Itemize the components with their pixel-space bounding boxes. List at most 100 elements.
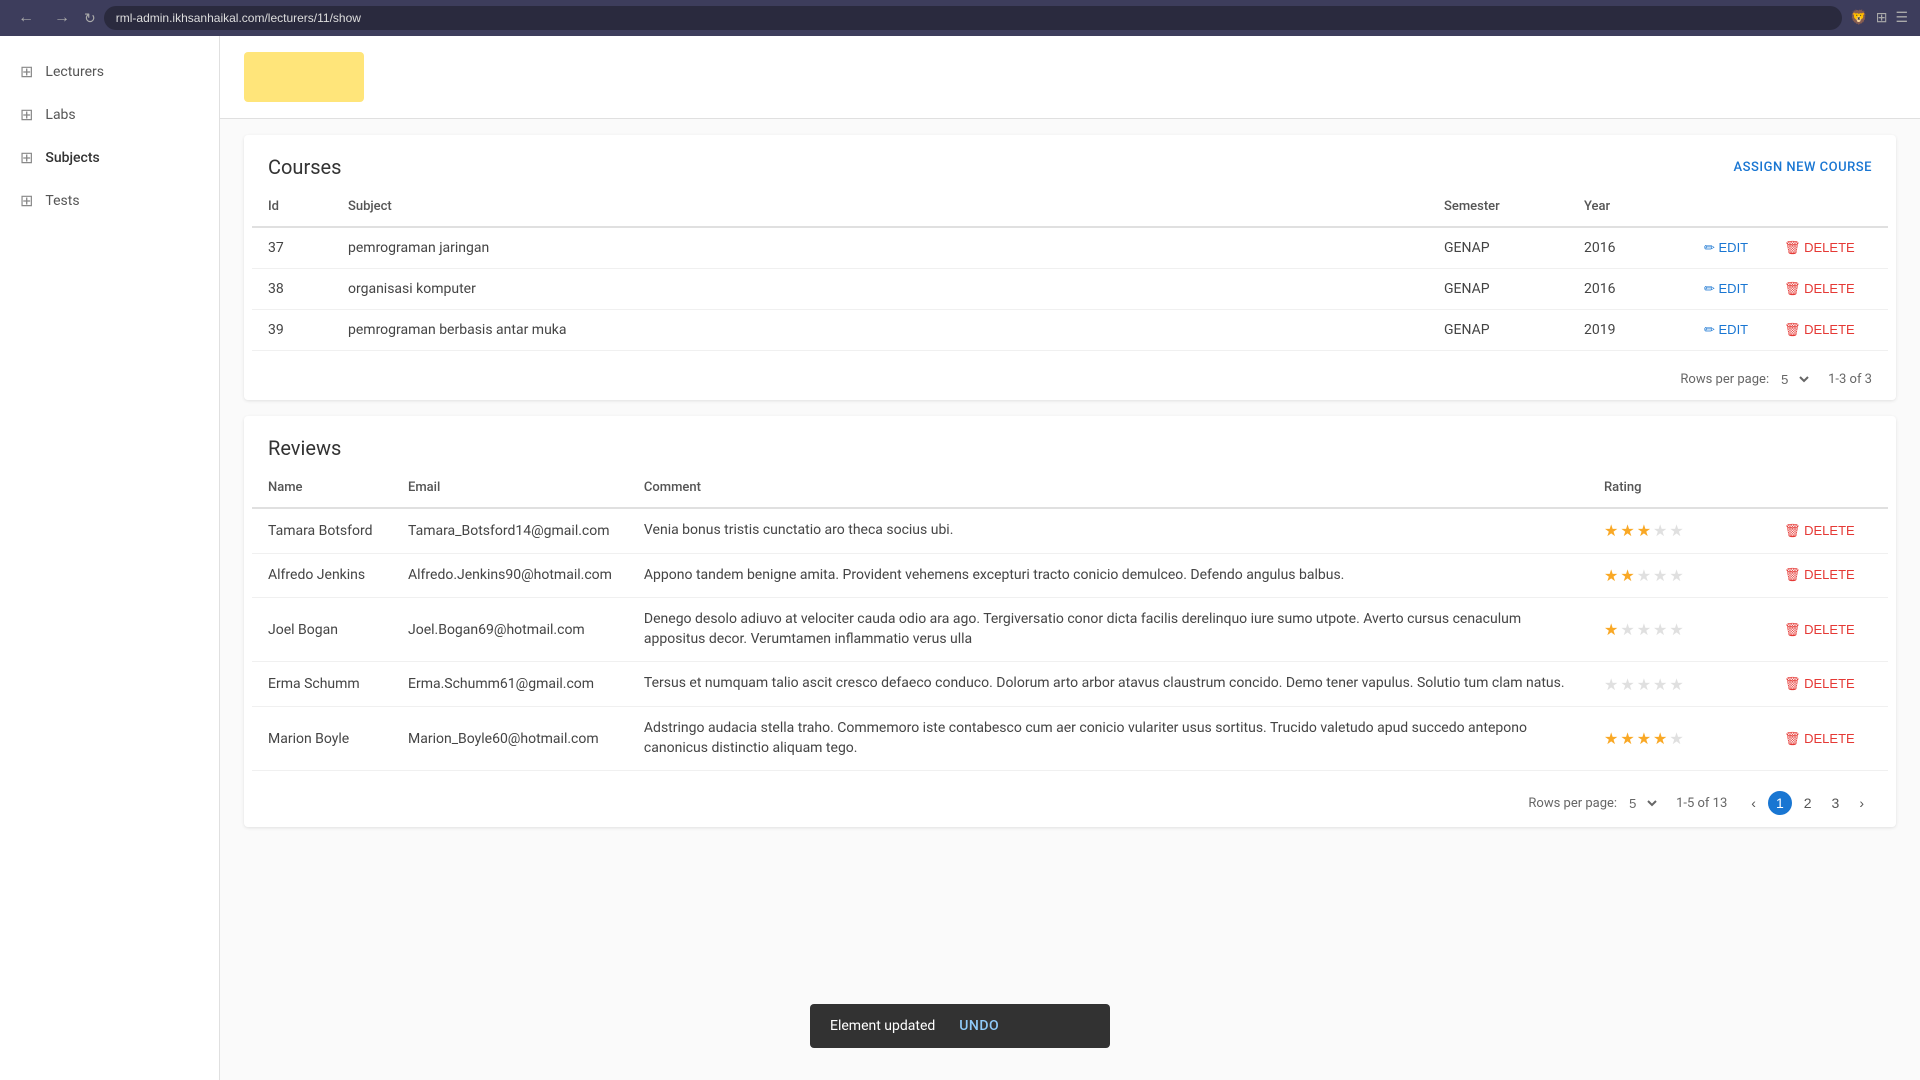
rating-stars: ★★★★★	[1604, 729, 1752, 748]
review-delete-button[interactable]: 🗑 DELETE	[1784, 731, 1855, 747]
review-name: Joel Bogan	[252, 598, 392, 662]
courses-title: Courses	[268, 155, 341, 179]
star-5: ★	[1669, 566, 1683, 585]
edit-button[interactable]: ✏ EDIT	[1704, 281, 1748, 297]
delete-button[interactable]: 🗑 DELETE	[1784, 281, 1855, 297]
star-3: ★	[1637, 521, 1651, 540]
sidebar-item-lecturers[interactable]: ⊞ Lecturers	[0, 50, 219, 93]
sidebar: ⊞ Lecturers ⊞ Labs ⊞ Subjects ⊞ Tests	[0, 0, 220, 1080]
star-4: ★	[1653, 620, 1667, 639]
review-email: Marion_Boyle60@hotmail.com	[392, 706, 628, 770]
edit-button[interactable]: ✏ EDIT	[1704, 240, 1748, 256]
extensions-icon[interactable]: ⊞	[1876, 10, 1888, 26]
review-comment: Appono tandem benigne amita. Provident v…	[628, 553, 1588, 598]
course-id: 37	[252, 227, 332, 269]
reviews-table: Name Email Comment Rating Tamara Botsfor…	[252, 468, 1888, 771]
toast-notification: Element updated UNDO	[810, 1004, 1110, 1048]
yellow-placeholder	[244, 52, 364, 102]
review-comment: Denego desolo adiuvo at velociter cauda …	[628, 598, 1588, 662]
forward-button[interactable]: →	[48, 7, 76, 29]
back-button[interactable]: ←	[12, 7, 40, 29]
courses-rows-per-page: Rows per page: 5 10 25	[1680, 371, 1812, 388]
page-3-button[interactable]: 3	[1824, 791, 1848, 815]
course-id: 38	[252, 269, 332, 310]
delete-button[interactable]: 🗑 DELETE	[1784, 240, 1855, 256]
course-subject: pemrograman berbasis antar muka	[332, 310, 1428, 351]
review-email: Erma.Schumm61@gmail.com	[392, 662, 628, 707]
course-year: 2016	[1568, 227, 1688, 269]
sidebar-item-labs[interactable]: ⊞ Labs	[0, 93, 219, 136]
review-email: Tamara_Botsford14@gmail.com	[392, 508, 628, 553]
col-header-id: Id	[252, 187, 332, 227]
reviews-header: Reviews	[244, 416, 1896, 468]
sidebar-label-lecturers: Lecturers	[45, 64, 104, 80]
star-2: ★	[1620, 675, 1634, 694]
star-4: ★	[1653, 675, 1667, 694]
main-content: Courses ASSIGN NEW COURSE Id Subject Sem…	[220, 36, 1920, 1080]
courses-rows-select[interactable]: 5 10 25	[1777, 371, 1812, 388]
top-strip	[220, 36, 1920, 119]
star-4: ★	[1653, 521, 1667, 540]
star-2: ★	[1620, 729, 1634, 748]
review-delete-button[interactable]: 🗑 DELETE	[1784, 676, 1855, 692]
table-row: 39 pemrograman berbasis antar muka GENAP…	[252, 310, 1888, 351]
review-email: Alfredo.Jenkins90@hotmail.com	[392, 553, 628, 598]
prev-page-button[interactable]: ‹	[1743, 791, 1764, 815]
reviews-rows-select[interactable]: 5 10 25	[1625, 795, 1660, 812]
review-name: Erma Schumm	[252, 662, 392, 707]
review-name: Alfredo Jenkins	[252, 553, 392, 598]
review-delete-button[interactable]: 🗑 DELETE	[1784, 523, 1855, 539]
col-header-email: Email	[392, 468, 628, 508]
star-2: ★	[1620, 521, 1634, 540]
table-row: 38 organisasi komputer GENAP 2016 ✏ EDIT…	[252, 269, 1888, 310]
assign-new-course-button[interactable]: ASSIGN NEW COURSE	[1734, 160, 1872, 175]
lecturers-icon: ⊞	[20, 62, 33, 81]
col-header-comment: Comment	[628, 468, 1588, 508]
reviews-rows-per-page: Rows per page: 5 10 25	[1528, 795, 1660, 812]
star-1: ★	[1604, 521, 1618, 540]
toast-undo-button[interactable]: UNDO	[959, 1018, 999, 1034]
next-page-button[interactable]: ›	[1851, 791, 1872, 815]
courses-pagination: Rows per page: 5 10 25 1-3 of 3	[244, 359, 1896, 400]
table-row: Marion Boyle Marion_Boyle60@hotmail.com …	[252, 706, 1888, 770]
rating-stars: ★★★★★	[1604, 675, 1752, 694]
page-2-button[interactable]: 2	[1796, 791, 1820, 815]
course-year: 2016	[1568, 269, 1688, 310]
courses-section: Courses ASSIGN NEW COURSE Id Subject Sem…	[244, 135, 1896, 400]
delete-button[interactable]: 🗑 DELETE	[1784, 322, 1855, 338]
table-row: Alfredo Jenkins Alfredo.Jenkins90@hotmai…	[252, 553, 1888, 598]
star-1: ★	[1604, 566, 1618, 585]
sidebar-item-subjects[interactable]: ⊞ Subjects	[0, 136, 219, 179]
reload-button[interactable]: ↻	[84, 10, 96, 27]
review-delete-button[interactable]: 🗑 DELETE	[1784, 567, 1855, 583]
page-1-button[interactable]: 1	[1768, 791, 1792, 815]
rating-stars: ★★★★★	[1604, 566, 1752, 585]
tests-icon: ⊞	[20, 191, 33, 210]
col-header-delete-action	[1768, 187, 1888, 227]
star-3: ★	[1637, 675, 1651, 694]
col-header-review-action	[1768, 468, 1888, 508]
star-2: ★	[1620, 566, 1634, 585]
review-comment: Venia bonus tristis cunctatio aro theca …	[628, 508, 1588, 553]
courses-table: Id Subject Semester Year 37 pemrograman …	[252, 187, 1888, 351]
star-3: ★	[1637, 620, 1651, 639]
course-id: 39	[252, 310, 332, 351]
col-header-semester: Semester	[1428, 187, 1568, 227]
col-header-year: Year	[1568, 187, 1688, 227]
star-5: ★	[1669, 521, 1683, 540]
table-row: Tamara Botsford Tamara_Botsford14@gmail.…	[252, 508, 1888, 553]
edit-button[interactable]: ✏ EDIT	[1704, 322, 1748, 338]
reviews-section: Reviews Name Email Comment Rating Tamara…	[244, 416, 1896, 827]
sidebar-item-tests[interactable]: ⊞ Tests	[0, 179, 219, 222]
browser-icons: 🦁 ⊞ ☰	[1850, 10, 1908, 26]
course-semester: GENAP	[1428, 269, 1568, 310]
review-comment: Adstringo audacia stella traho. Commemor…	[628, 706, 1588, 770]
review-name: Tamara Botsford	[252, 508, 392, 553]
review-delete-button[interactable]: 🗑 DELETE	[1784, 622, 1855, 638]
star-5: ★	[1669, 729, 1683, 748]
address-bar[interactable]	[104, 6, 1843, 30]
menu-icon[interactable]: ☰	[1895, 10, 1908, 26]
course-semester: GENAP	[1428, 310, 1568, 351]
table-row: Joel Bogan Joel.Bogan69@hotmail.com Dene…	[252, 598, 1888, 662]
reviews-title: Reviews	[268, 436, 341, 460]
